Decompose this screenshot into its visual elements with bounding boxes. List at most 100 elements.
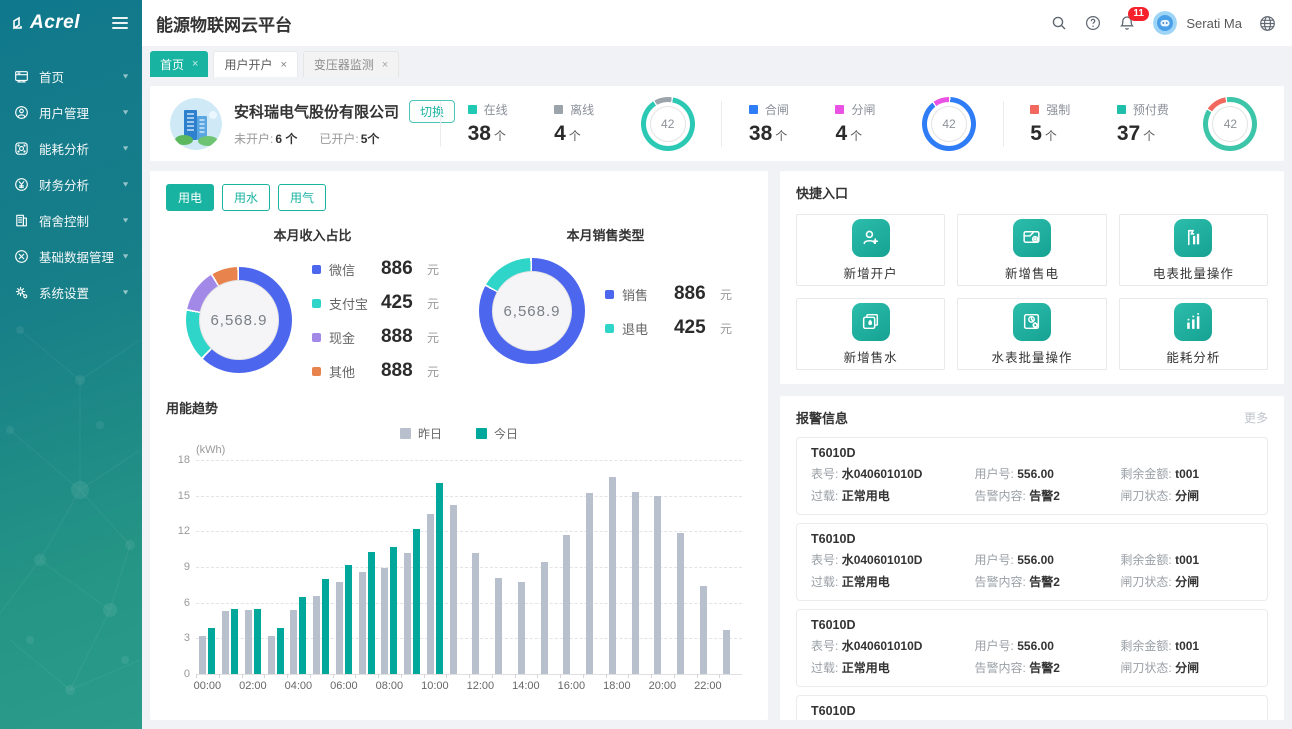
tab-close-icon[interactable]: ×: [382, 59, 388, 71]
legend-square: [400, 428, 411, 439]
x-tick-label: 22:00: [688, 680, 728, 692]
bar-昨日-07:00: [359, 572, 366, 674]
language-globe-icon[interactable]: [1259, 15, 1276, 32]
chart-title: 本月收入占比: [166, 225, 459, 244]
stat-在线: 在线 38个: [468, 101, 532, 146]
x-axis-tick: [628, 674, 629, 678]
search-icon[interactable]: [1051, 15, 1068, 32]
sidebar-menu: 首页▼用户管理▼能耗分析▼财务分析▼宿舍控制▼基础数据管理▼系统设置▼: [0, 58, 142, 310]
tab-close-icon[interactable]: ×: [280, 59, 286, 71]
notification-bell-icon[interactable]: 11: [1119, 15, 1136, 32]
menu-toggle-icon[interactable]: [110, 13, 130, 33]
quick-entry-3[interactable]: 新增售水: [796, 298, 945, 370]
sidebar-item-5[interactable]: 基础数据管理▼: [0, 238, 142, 274]
legend-dot: [605, 324, 614, 333]
alarm-device-id: T6010D: [811, 704, 1253, 718]
energy-overview-card: 用电用水用气 本月收入占比 6,568.9 微信 886 元 支付宝 425 元: [150, 171, 768, 720]
sidebar-item-2[interactable]: 能耗分析▼: [0, 130, 142, 166]
alarm-device-id: T6010D: [811, 532, 1253, 546]
stat-gauge: 42: [922, 97, 976, 151]
alarm-field: 告警内容: 告警2: [975, 487, 1121, 504]
energy-tab-0[interactable]: 用电: [166, 184, 214, 211]
alarm-card-3: T6010D表号: 水040601010D用户号: 556.00剩余金额: t0…: [796, 695, 1268, 720]
energy-tab-1[interactable]: 用水: [222, 184, 270, 211]
tab-label: 用户开户: [224, 56, 272, 73]
x-axis-tick: [219, 674, 220, 678]
sidebar-item-label: 系统设置: [39, 283, 121, 302]
company-name: 安科瑞电气股份有限公司: [234, 101, 399, 122]
tab-close-icon[interactable]: ×: [192, 58, 198, 70]
x-axis-tick: [537, 674, 538, 678]
energy-icon: [14, 140, 30, 156]
sidebar-item-0[interactable]: 首页▼: [0, 58, 142, 94]
bar-昨日-22:00: [700, 586, 707, 674]
stat-gauge: 42: [1203, 97, 1257, 151]
tab-0[interactable]: 首页×: [150, 51, 208, 77]
avatar[interactable]: [1153, 11, 1177, 35]
logo-text: Acrel: [30, 12, 80, 34]
finance-icon: [14, 176, 30, 192]
tab-1[interactable]: 用户开户 ×: [213, 51, 297, 77]
x-axis-tick: [242, 674, 243, 678]
help-icon[interactable]: [1085, 15, 1102, 32]
sidebar-item-1[interactable]: 用户管理▼: [0, 94, 142, 130]
trend-legend-今日[interactable]: 今日: [476, 425, 518, 442]
acrel-logo: Acrel: [12, 12, 80, 34]
settings-icon: [14, 284, 30, 300]
bar-昨日-00:00: [199, 636, 206, 674]
bar-昨日-19:00: [632, 492, 639, 674]
company-avatar: [170, 98, 222, 150]
stat-强制: 强制 5个: [1030, 101, 1094, 146]
y-axis-unit: (kWh): [196, 444, 225, 456]
chart-title: 本月销售类型: [459, 225, 752, 244]
x-axis-tick: [401, 674, 402, 678]
bar-今日-08:00: [390, 547, 397, 674]
bar-今日-09:00: [413, 529, 420, 674]
tab-label: 变压器监测: [314, 56, 374, 73]
sidebar-item-3[interactable]: 财务分析▼: [0, 166, 142, 202]
username[interactable]: Serati Ma: [1186, 16, 1242, 31]
bar-昨日-20:00: [654, 496, 661, 674]
water-meter-batch-icon: [1013, 303, 1051, 341]
x-axis-tick: [310, 674, 311, 678]
stat-gauge: 42: [641, 97, 695, 151]
gridline: [196, 460, 742, 461]
chevron-down-icon: ▼: [121, 288, 130, 296]
alarm-field: 用户号: 556.00: [975, 551, 1121, 568]
legend-item-退电: 退电 425 元: [605, 317, 732, 339]
quick-entry-label: 新增售水: [844, 347, 898, 366]
legend-dot: [312, 333, 321, 342]
legend-item-微信: 微信 886 元: [312, 258, 439, 280]
bar-今日-07:00: [368, 552, 375, 674]
energy-type-tabs: 用电用水用气: [166, 184, 752, 211]
legend-dot: [312, 367, 321, 376]
stat-group-0: 在线 38个 离线 4个 42: [441, 97, 721, 151]
bar-今日-04:00: [299, 597, 306, 674]
donut-charts-row: 本月收入占比 6,568.9 微信 886 元 支付宝 425 元 现金 888…: [166, 225, 752, 382]
bar-今日-02:00: [254, 609, 261, 674]
quick-entry-1[interactable]: 新增售电: [957, 214, 1106, 286]
bar-今日-01:00: [231, 609, 238, 674]
alarm-field: 闸刀状态: 分闸: [1120, 659, 1253, 676]
sidebar-item-6[interactable]: 系统设置▼: [0, 274, 142, 310]
alarm-more-link[interactable]: 更多: [1244, 409, 1268, 426]
bar-今日-03:00: [277, 628, 284, 674]
quick-entry-4[interactable]: 水表批量操作: [957, 298, 1106, 370]
quick-entry-2[interactable]: 电表批量操作: [1119, 214, 1268, 286]
trend-legend-昨日[interactable]: 昨日: [400, 425, 442, 442]
alarm-field: 剩余金额: t001: [1120, 551, 1253, 568]
sidebar-item-4[interactable]: 宿舍控制▼: [0, 202, 142, 238]
x-axis-tick: [560, 674, 561, 678]
stat-分闸: 分闸 4个: [835, 101, 899, 146]
tab-2[interactable]: 变压器监测 ×: [303, 51, 399, 77]
chevron-down-icon: ▼: [121, 216, 130, 224]
quick-entry-5[interactable]: 能耗分析: [1119, 298, 1268, 370]
x-axis-tick: [424, 674, 425, 678]
sales-donut: 6,568.9: [479, 258, 585, 364]
legend-square: [835, 105, 844, 114]
quick-entry-0[interactable]: 新增开户: [796, 214, 945, 286]
energy-tab-2[interactable]: 用气: [278, 184, 326, 211]
opened-stat: 已开户:5个: [319, 130, 379, 147]
notification-count-badge: 11: [1128, 7, 1149, 21]
main-area: 能源物联网云平台 11 Serati Ma: [142, 0, 1292, 729]
